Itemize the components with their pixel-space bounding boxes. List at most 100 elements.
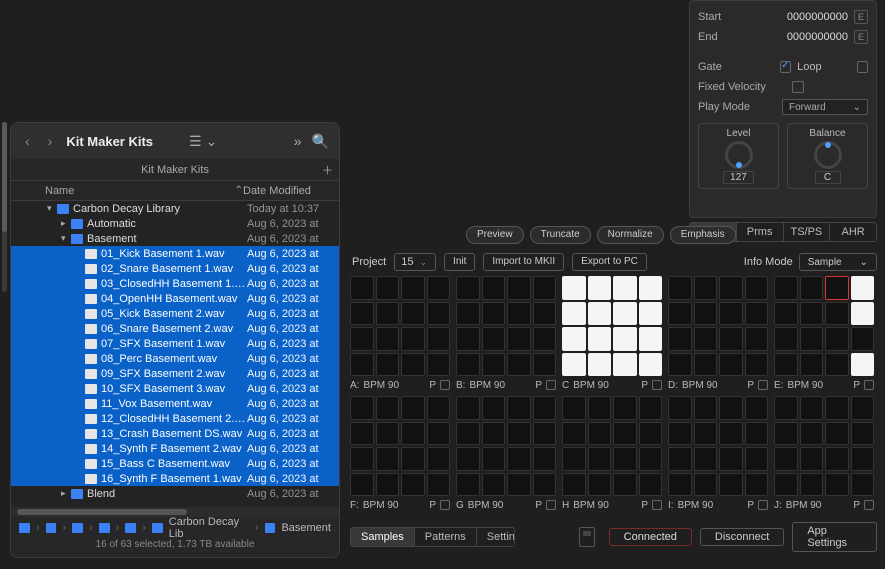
pad[interactable] [668, 447, 692, 471]
pad[interactable] [774, 422, 798, 446]
file-row[interactable]: 12_ClosedHH Basement 2.wavAug 6, 2023 at [11, 411, 339, 426]
pad[interactable] [507, 447, 531, 471]
pad[interactable] [456, 327, 480, 351]
path-crumb-icon[interactable] [46, 523, 57, 533]
pad[interactable] [613, 422, 637, 446]
pad[interactable] [668, 302, 692, 326]
pad[interactable] [774, 396, 798, 420]
pad[interactable] [745, 422, 769, 446]
file-row[interactable]: 10_SFX Basement 3.wavAug 6, 2023 at [11, 381, 339, 396]
pad[interactable] [533, 422, 557, 446]
balance-knob[interactable] [814, 141, 842, 169]
pad[interactable] [456, 422, 480, 446]
pad[interactable] [533, 327, 557, 351]
init-button[interactable]: Init [444, 253, 475, 271]
pad[interactable] [800, 396, 824, 420]
path-crumb[interactable]: Carbon Decay Lib [169, 517, 249, 539]
pad[interactable] [350, 447, 374, 471]
pad[interactable] [825, 327, 849, 351]
level-value[interactable]: 127 [723, 171, 754, 184]
pad[interactable] [694, 396, 718, 420]
bank-checkbox[interactable] [546, 500, 556, 510]
pad[interactable] [350, 353, 374, 377]
pad[interactable] [588, 473, 612, 497]
file-row[interactable]: 03_ClosedHH Basement 1.wavAug 6, 2023 at [11, 276, 339, 291]
pad[interactable] [774, 447, 798, 471]
pad[interactable] [613, 353, 637, 377]
pad[interactable] [694, 276, 718, 300]
footer-tab-patterns[interactable]: Patterns [415, 528, 477, 546]
file-row[interactable]: 15_Bass C Basement.wavAug 6, 2023 at [11, 456, 339, 471]
disclosure-triangle-icon[interactable]: ▾ [61, 233, 71, 244]
pad[interactable] [694, 327, 718, 351]
pad[interactable] [350, 473, 374, 497]
pad[interactable] [694, 422, 718, 446]
search-icon[interactable]: 🔍 [312, 133, 329, 150]
view-options-icon[interactable]: ☰ ⌄ [189, 133, 217, 150]
pad[interactable] [427, 447, 451, 471]
pad[interactable] [639, 396, 663, 420]
pad[interactable] [774, 276, 798, 300]
bank-checkbox[interactable] [440, 500, 450, 510]
truncate-button[interactable]: Truncate [530, 226, 591, 244]
pad[interactable] [562, 353, 586, 377]
pad[interactable] [745, 473, 769, 497]
pad[interactable] [639, 327, 663, 351]
pad[interactable] [376, 276, 400, 300]
preview-button[interactable]: Preview [466, 226, 524, 244]
pad[interactable] [588, 353, 612, 377]
pad[interactable] [851, 396, 875, 420]
export-button[interactable]: Export to PC [572, 253, 647, 271]
pad[interactable] [350, 422, 374, 446]
pad[interactable] [482, 353, 506, 377]
pad[interactable] [482, 302, 506, 326]
pad[interactable] [482, 327, 506, 351]
pad[interactable] [427, 353, 451, 377]
pad[interactable] [427, 327, 451, 351]
scrollbar-thumb[interactable] [17, 509, 187, 515]
pad[interactable] [562, 327, 586, 351]
end-edit-button[interactable]: E [854, 30, 868, 44]
pad[interactable] [507, 422, 531, 446]
file-row[interactable]: 13_Crash Basement DS.wavAug 6, 2023 at [11, 426, 339, 441]
pad[interactable] [639, 302, 663, 326]
forward-button[interactable]: › [44, 131, 57, 151]
loop-checkbox[interactable] [780, 61, 791, 73]
pad[interactable] [401, 447, 425, 471]
file-row[interactable]: 06_Snare Basement 2.wavAug 6, 2023 at [11, 321, 339, 336]
pad[interactable] [533, 353, 557, 377]
add-tab-button[interactable]: ＋ [322, 162, 333, 178]
pad[interactable] [562, 302, 586, 326]
pad[interactable] [533, 447, 557, 471]
pad[interactable] [639, 276, 663, 300]
pad[interactable] [800, 327, 824, 351]
pad[interactable] [613, 396, 637, 420]
file-row[interactable]: 04_OpenHH Basement.wavAug 6, 2023 at [11, 291, 339, 306]
pad[interactable] [376, 447, 400, 471]
pad[interactable] [719, 353, 743, 377]
pad[interactable] [350, 302, 374, 326]
pad[interactable] [588, 302, 612, 326]
disconnect-button[interactable]: Disconnect [700, 528, 784, 546]
pad[interactable] [376, 473, 400, 497]
pad[interactable] [427, 302, 451, 326]
pad[interactable] [456, 473, 480, 497]
pad[interactable] [694, 473, 718, 497]
pad[interactable] [851, 422, 875, 446]
pad[interactable] [562, 276, 586, 300]
file-row[interactable]: 14_Synth F Basement 2.wavAug 6, 2023 at [11, 441, 339, 456]
pad[interactable] [456, 447, 480, 471]
pad[interactable] [507, 327, 531, 351]
pad[interactable] [427, 276, 451, 300]
pad[interactable] [668, 276, 692, 300]
pad[interactable] [588, 447, 612, 471]
pad[interactable] [562, 473, 586, 497]
file-row[interactable]: 08_Perc Basement.wavAug 6, 2023 at [11, 351, 339, 366]
pad[interactable] [668, 473, 692, 497]
pad[interactable] [800, 473, 824, 497]
path-crumb-icon[interactable] [99, 523, 110, 533]
pad[interactable] [694, 447, 718, 471]
pad[interactable] [588, 396, 612, 420]
pad[interactable] [825, 353, 849, 377]
pad[interactable] [694, 302, 718, 326]
